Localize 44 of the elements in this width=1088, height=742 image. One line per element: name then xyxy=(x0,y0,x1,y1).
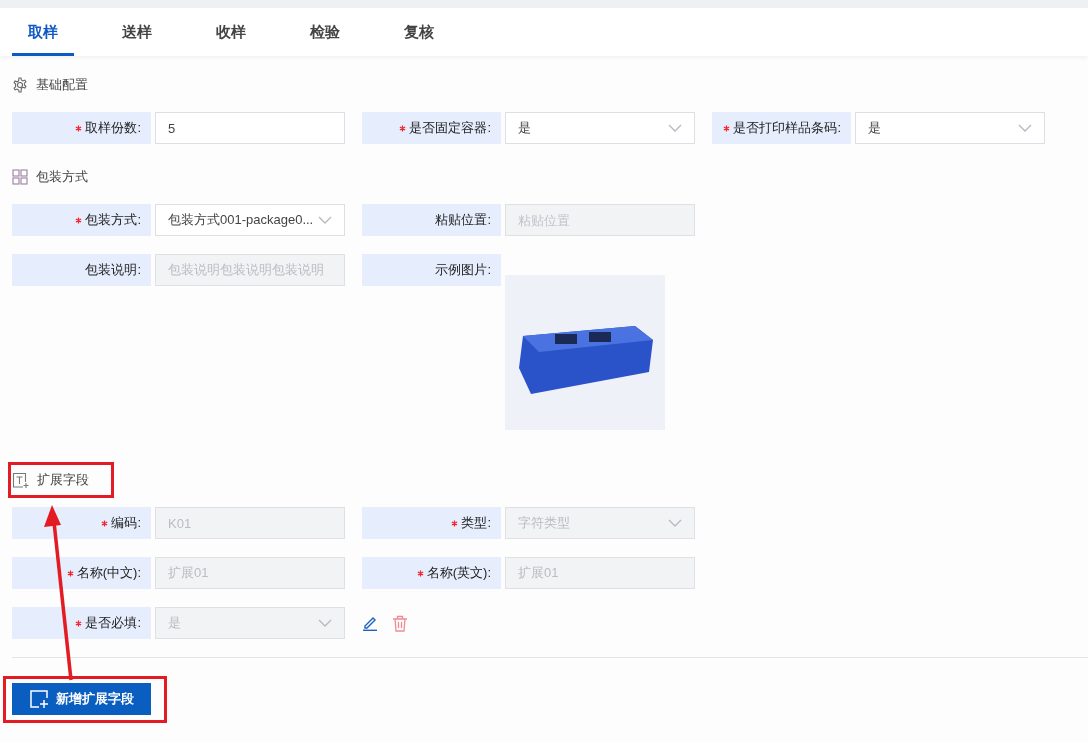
tab[interactable]: 送样 xyxy=(106,8,168,56)
field-label: 包装方式: xyxy=(85,211,141,229)
select-field[interactable]: 是 xyxy=(855,112,1045,144)
tab[interactable]: 取样 xyxy=(12,8,74,56)
add-icon xyxy=(29,690,48,708)
field-label: 取样份数: xyxy=(85,119,141,137)
required-asterisk-icon xyxy=(101,519,109,527)
chevron-down-icon xyxy=(318,619,332,627)
field-label: 是否必填: xyxy=(85,614,141,632)
required-asterisk-icon xyxy=(399,124,407,132)
input-field[interactable]: 5 xyxy=(155,112,345,144)
field-label: 是否打印样品条码: xyxy=(733,119,841,137)
field-label: 粘贴位置: xyxy=(435,211,491,229)
field-label: 是否固定容器: xyxy=(409,119,491,137)
required-asterisk-icon xyxy=(416,569,424,577)
field-label: 包装说明: xyxy=(85,261,141,279)
required-asterisk-icon xyxy=(75,216,83,224)
chevron-down-icon xyxy=(318,216,332,224)
settings-icon xyxy=(12,77,28,93)
required-asterisk-icon xyxy=(75,619,83,627)
select-field[interactable]: 是 xyxy=(505,112,695,144)
required-asterisk-icon xyxy=(66,569,74,577)
section-title: 包装方式 xyxy=(36,168,88,186)
chevron-down-icon xyxy=(1018,124,1032,132)
required-asterisk-icon xyxy=(75,124,83,132)
chevron-down-icon xyxy=(668,519,682,527)
field-label: 示例图片: xyxy=(435,261,491,279)
field-label: 名称(英文): xyxy=(426,564,491,582)
section-title: 扩展字段 xyxy=(37,471,89,489)
tab[interactable]: 收样 xyxy=(200,8,262,56)
required-asterisk-icon xyxy=(451,519,459,527)
add-field-button[interactable]: 新增扩展字段 xyxy=(12,683,151,715)
field-label: 编码: xyxy=(111,514,141,532)
tab[interactable]: 复核 xyxy=(388,8,450,56)
text-plus-icon xyxy=(12,471,29,489)
select-field[interactable]: 包装方式001-package0... xyxy=(155,204,345,236)
section-title: 基础配置 xyxy=(36,76,88,94)
tab[interactable]: 检验 xyxy=(294,8,356,56)
chevron-down-icon xyxy=(668,124,682,132)
edit-icon[interactable] xyxy=(362,615,378,631)
field-label: 名称(中文): xyxy=(76,564,141,582)
grid-icon xyxy=(12,169,28,185)
required-asterisk-icon xyxy=(723,124,731,132)
field-label: 类型: xyxy=(461,514,491,532)
